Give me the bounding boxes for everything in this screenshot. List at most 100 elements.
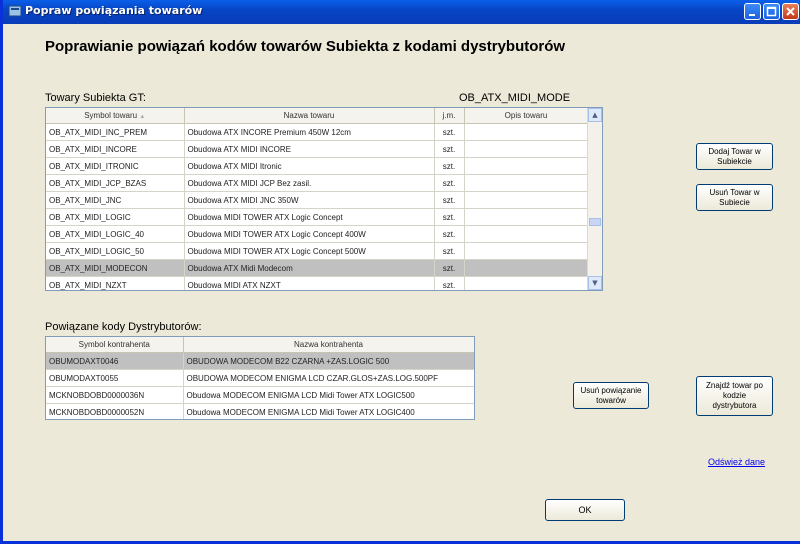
- product-cell-desc: [464, 276, 589, 290]
- distributor-cell-name: OBUDOWA MODECOM ENIGMA LCD CZAR.GLOS+ZAS…: [183, 369, 474, 387]
- remove-product-button[interactable]: Usuń Towar w Subiecie: [696, 184, 773, 211]
- table-row[interactable]: OB_ATX_MIDI_MODECON Obudowa ATX Midi Mode…: [46, 259, 589, 277]
- col-header-unit[interactable]: j.m.: [434, 108, 465, 124]
- maximize-icon: [766, 6, 777, 17]
- products-table: Symbol towaru ▲ Nazwa towaru j.m. Opis t…: [46, 108, 589, 290]
- distributors-header-row: Symbol kontrahenta Nazwa kontrahenta: [46, 337, 474, 353]
- product-cell-desc: [464, 174, 589, 192]
- product-cell-name: Obudowa ATX Midi Modecom: [184, 259, 435, 277]
- dialog-window: Popraw powiązania towarów Poprawianie po…: [0, 0, 800, 544]
- col-header-contractor-symbol[interactable]: Symbol kontrahenta: [46, 337, 184, 353]
- find-by-code-button[interactable]: Znajdź towar po kodzie dystrybutora: [696, 376, 773, 416]
- table-row[interactable]: OB_ATX_MIDI_LOGIC_40 Obudowa MIDI TOWER A…: [46, 225, 589, 243]
- col-header-symbol[interactable]: Symbol towaru ▲: [46, 108, 185, 124]
- col-header-contractor-name[interactable]: Nazwa kontrahenta: [183, 337, 474, 353]
- product-cell-unit: szt.: [434, 259, 465, 277]
- product-cell-desc: [464, 191, 589, 209]
- product-cell-symbol: OB_ATX_MIDI_JNC: [46, 191, 185, 209]
- col-header-name[interactable]: Nazwa towaru: [184, 108, 435, 124]
- refresh-link[interactable]: Odśwież dane: [708, 457, 765, 467]
- table-row[interactable]: OB_ATX_MIDI_NZXT Obudowa MIDI ATX NZXT szt…: [46, 276, 589, 290]
- product-cell-name: Obudowa MIDI TOWER ATX Logic Concept 400…: [184, 225, 435, 243]
- distributor-cell-symbol: MCKNOBDOBD0000036N: [46, 386, 184, 404]
- products-grid[interactable]: Symbol towaru ▲ Nazwa towaru j.m. Opis t…: [45, 107, 603, 291]
- close-button[interactable]: [782, 3, 799, 20]
- distributors-table: Symbol kontrahenta Nazwa kontrahenta OBU…: [46, 337, 474, 419]
- close-icon: [786, 7, 795, 16]
- title-bar[interactable]: Popraw powiązania towarów: [3, 0, 800, 24]
- product-cell-symbol: OB_ATX_MIDI_INCORE: [46, 140, 185, 158]
- table-row[interactable]: OB_ATX_MIDI_INC_PREM Obudowa ATX INCORE P…: [46, 123, 589, 141]
- product-cell-name: Obudowa ATX MIDI INCORE: [184, 140, 435, 158]
- scroll-down-icon[interactable]: ▼: [588, 276, 602, 290]
- col-header-desc[interactable]: Opis towaru: [464, 108, 589, 124]
- product-cell-unit: szt.: [434, 157, 465, 175]
- product-cell-symbol: OB_ATX_MIDI_MODECON: [46, 259, 185, 277]
- col-header-symbol-label: Symbol towaru: [84, 111, 138, 120]
- distributor-cell-name: Obudowa MODECOM ENIGMA LCD Midi Tower AT…: [183, 403, 474, 419]
- product-cell-unit: szt.: [434, 242, 465, 260]
- scroll-thumb[interactable]: [589, 218, 601, 226]
- table-row[interactable]: MCKNOBDOBD0000052N Obudowa MODECOM ENIGMA…: [46, 403, 474, 419]
- product-cell-symbol: OB_ATX_MIDI_LOGIC: [46, 208, 185, 226]
- table-row[interactable]: OB_ATX_MIDI_LOGIC Obudowa MIDI TOWER ATX …: [46, 208, 589, 226]
- distributor-cell-name: Obudowa MODECOM ENIGMA LCD Midi Tower AT…: [183, 386, 474, 404]
- product-cell-unit: szt.: [434, 208, 465, 226]
- product-cell-symbol: OB_ATX_MIDI_NZXT: [46, 276, 185, 290]
- product-cell-unit: szt.: [434, 225, 465, 243]
- table-row[interactable]: OB_ATX_MIDI_INCORE Obudowa ATX MIDI INCOR…: [46, 140, 589, 158]
- product-cell-symbol: OB_ATX_MIDI_JCP_BZAS: [46, 174, 185, 192]
- product-cell-desc: [464, 242, 589, 260]
- window-title: Popraw powiązania towarów: [25, 4, 203, 17]
- distributors-grid[interactable]: Symbol kontrahenta Nazwa kontrahenta OBU…: [45, 336, 475, 420]
- product-cell-name: Obudowa ATX MIDI Itronic: [184, 157, 435, 175]
- product-cell-desc: [464, 225, 589, 243]
- product-cell-name: Obudowa ATX MIDI JCP Bez zasil.: [184, 174, 435, 192]
- distributor-cell-name: OBUDOWA MODECOM B22 CZARNA +ZAS.LOGIC 50…: [183, 352, 474, 370]
- distributors-body: OBUMODAXT0046 OBUDOWA MODECOM B22 CZARNA …: [46, 352, 474, 419]
- minimize-button[interactable]: [744, 3, 761, 20]
- products-header-row: Symbol towaru ▲ Nazwa towaru j.m. Opis t…: [46, 108, 589, 124]
- remove-link-button[interactable]: Usuń powiązanie towarów: [573, 382, 649, 409]
- distributors-label: Powiązane kody Dystrybutorów:: [45, 321, 202, 333]
- product-cell-unit: szt.: [434, 123, 465, 141]
- product-cell-symbol: OB_ATX_MIDI_INC_PREM: [46, 123, 185, 141]
- minimize-icon: [749, 14, 755, 16]
- scroll-up-icon[interactable]: ▲: [588, 108, 602, 122]
- products-label: Towary Subiekta GT:: [45, 92, 146, 104]
- product-cell-unit: szt.: [434, 140, 465, 158]
- product-cell-desc: [464, 123, 589, 141]
- product-cell-name: Obudowa ATX INCORE Premium 450W 12cm: [184, 123, 435, 141]
- products-body: OB_ATX_MIDI_INC_PREM Obudowa ATX INCORE P…: [46, 123, 589, 290]
- product-cell-unit: szt.: [434, 174, 465, 192]
- ok-button[interactable]: OK: [545, 499, 625, 521]
- table-row[interactable]: MCKNOBDOBD0000036N Obudowa MODECOM ENIGMA…: [46, 386, 474, 404]
- product-cell-name: Obudowa MIDI TOWER ATX Logic Concept: [184, 208, 435, 226]
- table-row[interactable]: OBUMODAXT0055 OBUDOWA MODECOM ENIGMA LCD …: [46, 369, 474, 387]
- product-cell-desc: [464, 157, 589, 175]
- product-cell-symbol: OB_ATX_MIDI_LOGIC_50: [46, 242, 185, 260]
- product-cell-unit: szt.: [434, 276, 465, 290]
- product-cell-name: Obudowa ATX MIDI JNC 350W: [184, 191, 435, 209]
- selected-product-symbol: OB_ATX_MIDI_MODE: [459, 92, 571, 104]
- product-cell-name: Obudowa MIDI TOWER ATX Logic Concept 500…: [184, 242, 435, 260]
- products-scrollbar[interactable]: ▲ ▼: [587, 108, 602, 290]
- distributor-cell-symbol: OBUMODAXT0055: [46, 369, 184, 387]
- product-cell-symbol: OB_ATX_MIDI_LOGIC_40: [46, 225, 185, 243]
- table-row[interactable]: OB_ATX_MIDI_JNC Obudowa ATX MIDI JNC 350W…: [46, 191, 589, 209]
- dialog-content: Poprawianie powiązań kodów towarów Subie…: [6, 24, 800, 541]
- product-cell-name: Obudowa MIDI ATX NZXT: [184, 276, 435, 290]
- page-heading: Poprawianie powiązań kodów towarów Subie…: [45, 38, 566, 55]
- add-product-button[interactable]: Dodaj Towar w Subiekcie: [696, 143, 773, 170]
- table-row[interactable]: OB_ATX_MIDI_LOGIC_50 Obudowa MIDI TOWER A…: [46, 242, 589, 260]
- product-cell-desc: [464, 140, 589, 158]
- table-row[interactable]: OB_ATX_MIDI_ITRONIC Obudowa ATX MIDI Itro…: [46, 157, 589, 175]
- distributor-cell-symbol: MCKNOBDOBD0000052N: [46, 403, 184, 419]
- product-cell-unit: szt.: [434, 191, 465, 209]
- sort-asc-icon: ▲: [139, 114, 146, 120]
- product-cell-desc: [464, 259, 589, 277]
- table-row[interactable]: OB_ATX_MIDI_JCP_BZAS Obudowa ATX MIDI JCP…: [46, 174, 589, 192]
- product-cell-desc: [464, 208, 589, 226]
- table-row[interactable]: OBUMODAXT0046 OBUDOWA MODECOM B22 CZARNA …: [46, 352, 474, 370]
- maximize-button[interactable]: [763, 3, 780, 20]
